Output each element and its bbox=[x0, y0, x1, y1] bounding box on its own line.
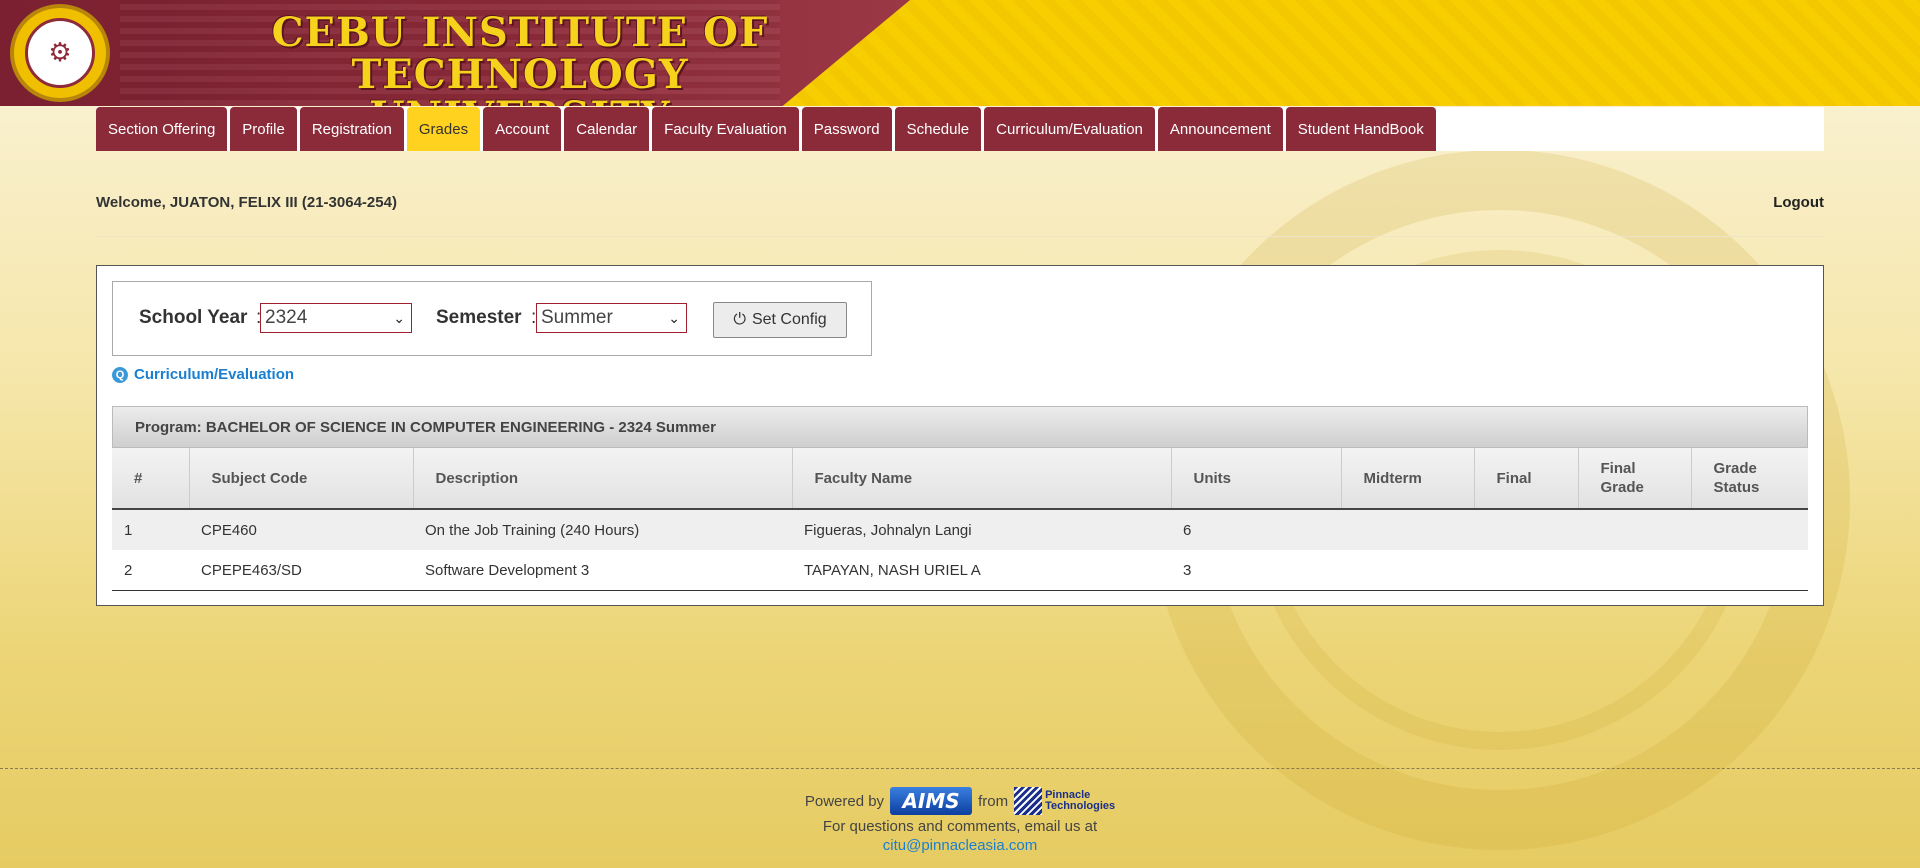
divider bbox=[96, 236, 1824, 237]
welcome-message: Welcome, JUATON, FELIX III (21-3064-254) bbox=[96, 194, 397, 211]
title-line-1: CEBU INSTITUTE OF TECHNOLOGY bbox=[271, 9, 769, 98]
cell-description: Software Development 3 bbox=[413, 550, 792, 591]
cell-grade-status bbox=[1691, 550, 1808, 591]
tab-grades[interactable]: Grades bbox=[406, 107, 481, 151]
pinnacle-line-2: Technologies bbox=[1045, 800, 1116, 812]
pinnacle-logo-text: Pinnacle Technologies bbox=[1045, 790, 1115, 812]
cell-final-grade bbox=[1578, 509, 1691, 550]
tab-profile[interactable]: Profile bbox=[230, 107, 297, 151]
tab-calendar[interactable]: Calendar bbox=[564, 107, 650, 151]
cell-description: On the Job Training (240 Hours) bbox=[413, 509, 792, 550]
tab-registration[interactable]: Registration bbox=[299, 107, 404, 151]
tab-account[interactable]: Account bbox=[483, 107, 562, 151]
set-config-label: Set Config bbox=[751, 311, 827, 328]
cell-final-grade bbox=[1578, 550, 1691, 591]
col-header-final[interactable]: Final bbox=[1474, 448, 1579, 510]
semester-select[interactable]: Summer ⌄ bbox=[536, 303, 687, 333]
tab-announcement[interactable]: Announcement bbox=[1157, 107, 1283, 151]
footer-email-link[interactable]: citu@pinnacleasia.com bbox=[0, 837, 1920, 854]
curriculum-evaluation-link[interactable]: Q Curriculum/Evaluation bbox=[112, 366, 294, 383]
chevron-down-icon: ⌄ bbox=[393, 310, 405, 326]
col-header-units[interactable]: Units bbox=[1171, 448, 1342, 510]
footer-divider bbox=[0, 768, 1920, 769]
table-row: 1 CPE460 On the Job Training (240 Hours)… bbox=[112, 509, 1808, 550]
semester-label: Semester bbox=[436, 307, 522, 328]
cell-subject-code: CPE460 bbox=[189, 509, 413, 550]
site-header: ⚙ CEBU INSTITUTE OF TECHNOLOGY UNIVERSIT… bbox=[0, 0, 1920, 106]
school-year-select[interactable]: 2324 ⌄ bbox=[260, 303, 412, 333]
aims-logo: AIMS bbox=[890, 787, 973, 815]
powered-by-row: Powered by AIMS from Pinnacle Technologi… bbox=[0, 786, 1920, 816]
cell-faculty-name: Figueras, Johnalyn Langi bbox=[792, 509, 1171, 550]
school-year-label: School Year bbox=[139, 307, 248, 328]
tab-faculty-evaluation[interactable]: Faculty Evaluation bbox=[652, 107, 799, 151]
cell-midterm bbox=[1341, 509, 1474, 550]
power-icon: ⏻ bbox=[733, 311, 746, 328]
logout-link[interactable]: Logout bbox=[1773, 194, 1824, 211]
tab-schedule[interactable]: Schedule bbox=[894, 107, 982, 151]
cell-final bbox=[1474, 509, 1578, 550]
footer: Powered by AIMS from Pinnacle Technologi… bbox=[0, 786, 1920, 854]
powered-by-label: Powered by bbox=[804, 792, 885, 810]
semester-value: Summer bbox=[541, 307, 613, 328]
cell-number: 2 bbox=[112, 550, 189, 591]
tab-section-offering[interactable]: Section Offering bbox=[96, 107, 228, 151]
from-label: from bbox=[978, 792, 1009, 810]
table-row: 2 CPEPE463/SD Software Development 3 TAP… bbox=[112, 550, 1808, 591]
main-nav: Section Offering Profile Registration Gr… bbox=[96, 107, 1824, 151]
cell-final bbox=[1474, 550, 1578, 591]
school-year-value: 2324 bbox=[265, 307, 308, 328]
col-header-subject-code[interactable]: Subject Code bbox=[189, 448, 414, 510]
col-header-grade-status[interactable]: Grade Status bbox=[1691, 448, 1808, 510]
pinnacle-logo: Pinnacle Technologies bbox=[1014, 787, 1115, 815]
grades-panel: School Year : 2324 ⌄ Semester : Summer ⌄… bbox=[96, 265, 1824, 606]
config-box: School Year : 2324 ⌄ Semester : Summer ⌄… bbox=[112, 281, 872, 356]
pinnacle-mark-icon bbox=[1014, 787, 1043, 815]
tab-student-handbook[interactable]: Student HandBook bbox=[1285, 107, 1436, 151]
chevron-down-icon: ⌄ bbox=[668, 310, 680, 326]
search-icon: Q bbox=[112, 366, 128, 383]
cell-number: 1 bbox=[112, 509, 189, 550]
cell-units: 3 bbox=[1171, 550, 1341, 591]
col-header-number[interactable]: # bbox=[112, 448, 190, 510]
cell-midterm bbox=[1341, 550, 1474, 591]
curriculum-link-label: Curriculum/Evaluation bbox=[134, 366, 295, 383]
col-header-description[interactable]: Description bbox=[413, 448, 793, 510]
cell-faculty-name: TAPAYAN, NASH URIEL A bbox=[792, 550, 1171, 591]
col-header-faculty-name[interactable]: Faculty Name bbox=[792, 448, 1172, 510]
footer-questions: For questions and comments, email us at bbox=[822, 818, 1098, 835]
tab-curriculum-evaluation[interactable]: Curriculum/Evaluation bbox=[984, 107, 1155, 151]
university-title: CEBU INSTITUTE OF TECHNOLOGY UNIVERSITY bbox=[170, 9, 870, 107]
cell-subject-code: CPEPE463/SD bbox=[189, 550, 413, 591]
table-header-row: # Subject Code Description Faculty Name … bbox=[112, 448, 1808, 510]
tab-password[interactable]: Password bbox=[801, 107, 892, 151]
program-header: Program: BACHELOR OF SCIENCE IN COMPUTER… bbox=[112, 406, 1808, 448]
seal-emblem-icon: ⚙ bbox=[25, 18, 95, 88]
cell-grade-status bbox=[1691, 509, 1808, 550]
grades-table: # Subject Code Description Faculty Name … bbox=[112, 448, 1808, 591]
col-header-midterm[interactable]: Midterm bbox=[1341, 448, 1475, 510]
title-line-2: UNIVERSITY bbox=[170, 96, 870, 107]
set-config-button[interactable]: ⏻ Set Config bbox=[713, 302, 847, 338]
cell-units: 6 bbox=[1171, 509, 1341, 550]
col-header-final-grade[interactable]: Final Grade bbox=[1578, 448, 1692, 510]
university-seal-icon: ⚙ bbox=[10, 4, 110, 102]
